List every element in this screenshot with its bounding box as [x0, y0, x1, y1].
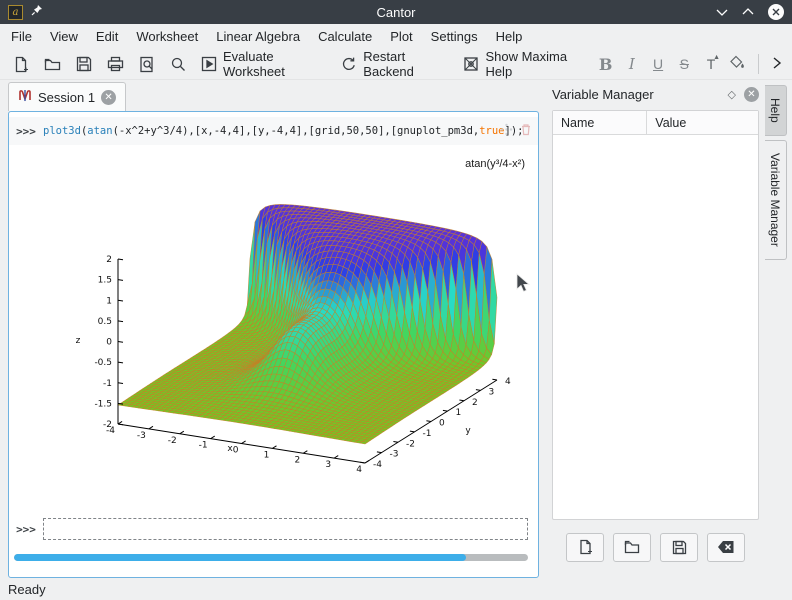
panel-splitter[interactable]	[539, 80, 546, 578]
column-header-name[interactable]: Name	[553, 111, 647, 134]
plot-canvas	[40, 145, 533, 503]
arrow-up-icon: ▲	[713, 54, 720, 61]
worksheet: >>> plot3d(atan(-x^2+y^3/4),[x,-4,4],[y,…	[8, 111, 539, 578]
menu-view[interactable]: View	[41, 26, 87, 47]
menu-edit[interactable]: Edit	[87, 26, 127, 47]
save-icon	[76, 56, 92, 72]
menu-plot[interactable]: Plot	[381, 26, 421, 47]
plot-output: atan(y³/4-x²)	[40, 145, 533, 503]
titlebar: a Cantor	[0, 0, 792, 24]
code-token: atan	[87, 125, 112, 137]
new-command-prompt: >>>	[9, 523, 43, 536]
clear-variables-button[interactable]	[707, 533, 745, 562]
printer-icon	[107, 56, 124, 72]
save-variables-button[interactable]	[660, 533, 698, 562]
toolbar-overflow-button[interactable]	[772, 57, 782, 72]
text-color-button[interactable]	[729, 55, 745, 73]
menu-worksheet[interactable]: Worksheet	[127, 26, 207, 47]
menu-help[interactable]: Help	[487, 26, 532, 47]
app-icon: a	[8, 5, 23, 20]
command-code[interactable]: plot3d(atan(-x^2+y^3/4),[x,-4,4],[y,-4,4…	[43, 125, 523, 137]
variable-manager-toolbar	[552, 524, 759, 570]
menu-calculate[interactable]: Calculate	[309, 26, 381, 47]
tab-session-1[interactable]: Session 1 ✕	[8, 82, 126, 111]
menu-linear-algebra[interactable]: Linear Algebra	[207, 26, 309, 47]
status-text: Ready	[8, 582, 46, 597]
new-document-icon	[13, 56, 29, 73]
variable-manager-panel: Variable Manager ◇ ✕ Name Value	[546, 82, 765, 578]
plot-title: atan(y³/4-x²)	[465, 158, 525, 170]
minimize-button[interactable]	[716, 8, 728, 16]
font-size-button[interactable]: T▲	[702, 56, 720, 72]
show-maxima-help-button[interactable]: Show Maxima Help	[460, 47, 588, 81]
restart-label: Restart Backend	[363, 49, 448, 79]
new-worksheet-button[interactable]	[10, 54, 32, 75]
maxima-session-icon	[18, 89, 32, 105]
worksheet-hscroll-fill[interactable]	[14, 554, 466, 561]
search-button[interactable]	[167, 54, 189, 74]
open-button[interactable]	[41, 55, 64, 74]
column-header-value[interactable]: Value	[647, 111, 694, 134]
new-variable-button[interactable]	[566, 533, 604, 562]
variable-table-header: Name Value	[553, 111, 758, 135]
print-preview-icon	[139, 56, 155, 73]
mouse-cursor	[516, 273, 532, 300]
side-tab-strip: Help Variable Manager	[765, 80, 792, 578]
print-preview-button[interactable]	[136, 54, 158, 75]
panel-close-icon[interactable]: ✕	[744, 87, 759, 102]
window-title: Cantor	[0, 5, 792, 20]
toolbar-separator	[758, 54, 759, 74]
menu-settings[interactable]: Settings	[422, 26, 487, 47]
variable-table: Name Value	[552, 110, 759, 520]
maximize-button[interactable]	[742, 8, 754, 16]
bold-button[interactable]: B	[597, 55, 614, 74]
restart-icon	[341, 56, 357, 72]
italic-button[interactable]: I	[623, 55, 640, 73]
float-panel-icon[interactable]: ◇	[728, 88, 736, 101]
strikethrough-button[interactable]: S	[676, 56, 693, 72]
load-variables-button[interactable]	[613, 533, 651, 562]
print-button[interactable]	[104, 54, 127, 74]
session-tabbar: Session 1 ✕	[8, 80, 539, 111]
new-command-entry: >>>	[9, 517, 538, 541]
menubar: File View Edit Worksheet Linear Algebra …	[0, 24, 792, 49]
side-tab-help[interactable]: Help	[765, 85, 787, 136]
main-area: Session 1 ✕ >>> plot3d(atan(-x^2+y^3/4),…	[0, 80, 792, 578]
variable-table-body	[553, 135, 758, 519]
statusbar: Ready	[0, 578, 792, 600]
save-button[interactable]	[73, 54, 95, 74]
worksheet-hscrollbar[interactable]	[14, 554, 528, 561]
command-entry[interactable]: >>> plot3d(atan(-x^2+y^3/4),[x,-4,4],[y,…	[9, 117, 538, 145]
new-command-input[interactable]	[43, 518, 528, 540]
fill-color-icon	[729, 58, 745, 73]
side-tab-variable-manager[interactable]: Variable Manager	[765, 140, 787, 260]
maxima-help-label: Show Maxima Help	[485, 49, 585, 79]
evaluate-label: Evaluate Worksheet	[223, 49, 326, 79]
evaluate-icon	[201, 56, 217, 72]
code-token: plot3d	[43, 125, 81, 137]
drag-handle-icon[interactable]	[500, 123, 513, 141]
restart-backend-button[interactable]: Restart Backend	[338, 47, 451, 81]
search-icon	[170, 56, 186, 72]
pin-icon[interactable]	[31, 3, 43, 21]
menu-file[interactable]: File	[2, 26, 41, 47]
variable-manager-title: Variable Manager	[552, 87, 654, 102]
tab-close-icon[interactable]: ✕	[101, 90, 116, 105]
variable-manager-header: Variable Manager ◇ ✕	[546, 82, 765, 106]
command-prompt: >>>	[9, 125, 43, 138]
delete-entry-icon[interactable]	[520, 123, 532, 141]
open-folder-icon	[44, 57, 61, 72]
code-token: (-x^2+y^3/4),[x,-4,4],[y,-4,4],[grid,50,…	[113, 125, 480, 137]
underline-button[interactable]: U	[649, 56, 666, 72]
maxima-help-icon	[463, 56, 479, 72]
toolbar: Evaluate Worksheet Restart Backend Show …	[0, 49, 792, 80]
session-tab-label: Session 1	[38, 90, 95, 105]
evaluate-worksheet-button[interactable]: Evaluate Worksheet	[198, 47, 329, 81]
close-button[interactable]	[768, 4, 784, 20]
